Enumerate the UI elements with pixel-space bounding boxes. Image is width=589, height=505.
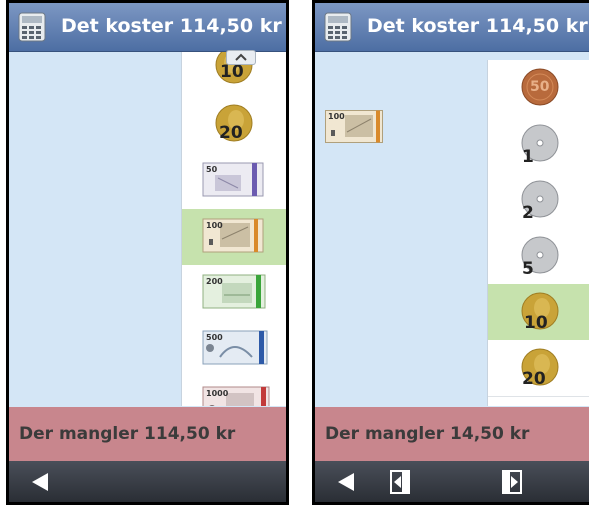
- scroll-up-button[interactable]: [226, 50, 256, 65]
- previous-page-icon[interactable]: [389, 470, 411, 494]
- coin-value-label: 10: [524, 313, 548, 333]
- title-bar: Det koster 114,50 kr: [9, 3, 286, 52]
- money-list[interactable]: 50 1 2 5 10 20: [487, 60, 589, 406]
- page-title: Det koster 114,50 kr: [367, 15, 588, 37]
- payment-area[interactable]: 100 50 1 2 5 10 20: [315, 52, 589, 406]
- page-title: Det koster 114,50 kr: [61, 15, 282, 37]
- banknote-500-item[interactable]: 500: [182, 321, 286, 378]
- coin-value-label: 10: [220, 62, 244, 82]
- coin-20-item[interactable]: 20: [182, 97, 286, 154]
- coin-value-label: 2: [522, 203, 534, 223]
- banknote-50-item[interactable]: 50: [182, 153, 286, 210]
- coin-10-item-selected[interactable]: 10: [488, 284, 589, 341]
- coin-value-label: 1: [522, 147, 534, 167]
- coin-2-item[interactable]: 2: [488, 172, 589, 229]
- coin-value-label: 20: [219, 123, 243, 143]
- note-value-label: 100: [206, 221, 223, 230]
- coin-1-icon: [521, 124, 559, 162]
- remaining-amount-text: Der mangler 114,50 kr: [19, 424, 236, 444]
- payment-area[interactable]: 10 20 50 100 200 500 1000: [9, 52, 286, 406]
- banknote-100-item-selected[interactable]: 100: [182, 209, 286, 266]
- note-value-label: 50: [206, 165, 218, 174]
- money-list[interactable]: 10 20 50 100 200 500 1000: [181, 52, 286, 406]
- screen-right: Det koster 114,50 kr 100 50 1 2 5 10 20 …: [315, 3, 589, 502]
- coin-5-icon: [521, 236, 559, 274]
- banknote-500-icon: [202, 330, 268, 365]
- screen-left: Det koster 114,50 kr 10 20 50 100 200 50…: [9, 3, 286, 502]
- status-bar: Der mangler 14,50 kr: [315, 407, 589, 461]
- coin-1-item[interactable]: 1: [488, 116, 589, 173]
- coin-2-icon: [521, 180, 559, 218]
- phone-screen-left: Det koster 114,50 kr 10 20 50 100 200 50…: [6, 0, 289, 505]
- coin-value-label: 5: [522, 259, 534, 279]
- next-page-icon[interactable]: [501, 470, 523, 494]
- note-value-label: 500: [206, 333, 223, 342]
- remaining-amount-text: Der mangler 14,50 kr: [325, 424, 530, 444]
- banknote-200-item[interactable]: 200: [182, 265, 286, 322]
- note-value-label: 100: [328, 112, 345, 121]
- banknote-100-icon: [202, 218, 264, 253]
- back-arrow-icon[interactable]: [30, 472, 50, 492]
- placed-banknote-100[interactable]: 100: [325, 110, 383, 143]
- title-bar: Det koster 114,50 kr: [315, 3, 589, 52]
- navigation-bar: [9, 461, 286, 502]
- banknote-200-icon: [202, 274, 266, 309]
- back-arrow-icon[interactable]: [336, 472, 356, 492]
- chevron-up-icon: [235, 53, 247, 61]
- coin-50-ore-item[interactable]: 50: [488, 60, 589, 117]
- phone-screen-right: Det koster 114,50 kr 100 50 1 2 5 10 20 …: [312, 0, 589, 505]
- note-value-label: 200: [206, 277, 223, 286]
- calculator-icon: [18, 12, 46, 42]
- coin-value-label: 50: [530, 79, 550, 95]
- note-value-label: 1000: [206, 389, 229, 398]
- banknote-50-icon: [202, 162, 264, 197]
- coin-5-item[interactable]: 5: [488, 228, 589, 285]
- status-bar: Der mangler 114,50 kr: [9, 407, 286, 461]
- navigation-bar: [315, 461, 589, 502]
- coin-value-label: 20: [522, 369, 546, 389]
- banknote-1000-item[interactable]: 1000: [182, 377, 286, 406]
- calculator-icon: [324, 12, 352, 42]
- banknote-1000-icon: [202, 386, 270, 406]
- coin-20-item[interactable]: 20: [488, 340, 589, 397]
